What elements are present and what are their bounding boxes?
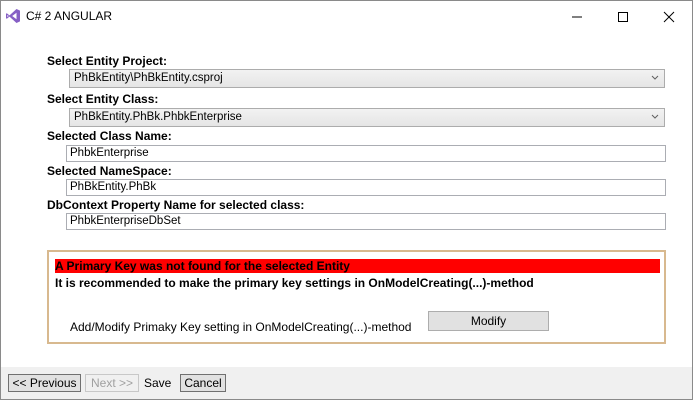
entity-project-select[interactable]: PhBkEntity\PhBkEntity.csproj bbox=[69, 69, 665, 88]
primary-key-warning-panel: A Primary Key was not found for the sele… bbox=[47, 250, 666, 344]
entity-project-label: Select Entity Project: bbox=[47, 54, 168, 68]
maximize-button[interactable] bbox=[600, 1, 646, 32]
maximize-icon bbox=[618, 12, 628, 22]
cancel-button[interactable]: Cancel bbox=[180, 374, 226, 392]
previous-button[interactable]: << Previous bbox=[8, 374, 81, 392]
dbcontext-property-value: PhbkEnterpriseDbSet bbox=[70, 215, 181, 227]
namespace-value: PhBkEntity.PhBk bbox=[70, 181, 157, 193]
dbcontext-property-field[interactable]: PhbkEnterpriseDbSet bbox=[66, 213, 666, 230]
primary-key-alert: A Primary Key was not found for the sele… bbox=[55, 259, 660, 273]
namespace-label: Selected NameSpace: bbox=[47, 164, 172, 178]
window-title: C# 2 ANGULAR bbox=[26, 9, 113, 23]
wizard-window: C# 2 ANGULAR Select Entity Project: PhBk… bbox=[0, 0, 693, 400]
class-name-field[interactable]: PhbkEnterprise bbox=[66, 145, 666, 162]
modify-button[interactable]: Modify bbox=[428, 311, 549, 331]
save-button[interactable]: Save bbox=[144, 376, 171, 390]
visual-studio-icon bbox=[5, 8, 21, 24]
recommendation-text: It is recommended to make the primary ke… bbox=[55, 276, 534, 290]
close-icon bbox=[663, 11, 675, 23]
minimize-button[interactable] bbox=[554, 1, 600, 32]
class-name-label: Selected Class Name: bbox=[47, 129, 172, 143]
primary-key-setting-label: Add/Modify Primaky Key setting in OnMode… bbox=[70, 320, 412, 334]
chevron-down-icon bbox=[651, 75, 659, 80]
chevron-down-icon bbox=[651, 114, 659, 119]
dbcontext-property-label: DbContext Property Name for selected cla… bbox=[47, 198, 305, 212]
class-name-value: PhbkEnterprise bbox=[70, 147, 149, 159]
wizard-footer: << Previous Next >> Save Cancel bbox=[1, 367, 692, 399]
minimize-icon bbox=[572, 16, 582, 18]
title-bar[interactable]: C# 2 ANGULAR bbox=[1, 1, 692, 32]
entity-class-label: Select Entity Class: bbox=[47, 92, 159, 106]
entity-class-select[interactable]: PhBkEntity.PhBk.PhbkEnterprise bbox=[69, 108, 665, 127]
namespace-field[interactable]: PhBkEntity.PhBk bbox=[66, 179, 666, 196]
entity-class-value: PhBkEntity.PhBk.PhbkEnterprise bbox=[74, 111, 242, 123]
close-button[interactable] bbox=[646, 1, 692, 32]
entity-project-value: PhBkEntity\PhBkEntity.csproj bbox=[74, 72, 223, 84]
next-button[interactable]: Next >> bbox=[85, 374, 139, 392]
